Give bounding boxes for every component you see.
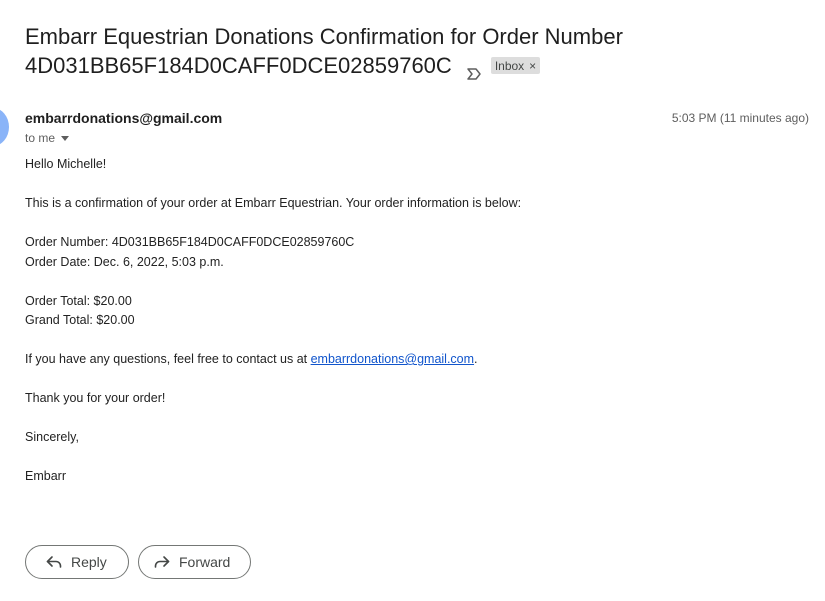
recipient-label: to me	[25, 131, 56, 145]
order-number: Order Number: 4D031BB65F184D0CAFF0DCE028…	[25, 235, 355, 249]
email-subject: Embarr Equestrian Donations Confirmation…	[25, 22, 805, 80]
inbox-label-chip: Inbox ×	[490, 57, 541, 74]
thanks-text: Thank you for your order!	[25, 391, 166, 405]
order-date: Order Date: Dec. 6, 2022, 5:03 p.m.	[25, 254, 224, 269]
email-body: Hello Michelle! This is a confirmation o…	[25, 155, 805, 487]
chevron-down-icon[interactable]	[61, 135, 70, 141]
contact-email-link[interactable]: embarrdonations@gmail.com	[311, 352, 474, 366]
forward-button[interactable]: Forward	[138, 545, 251, 579]
signature: Embarr	[25, 469, 66, 483]
inbox-label-text: Inbox	[494, 58, 525, 73]
reply-label: Reply	[71, 554, 107, 570]
closing-text: Sincerely,	[25, 430, 79, 444]
email-actions: Reply Forward	[25, 545, 251, 579]
sender-avatar[interactable]	[0, 108, 9, 146]
importance-marker-icon[interactable]	[466, 59, 482, 80]
forward-label: Forward	[179, 554, 231, 570]
reply-arrow-icon	[46, 556, 62, 568]
sender-email[interactable]: embarrdonations@gmail.com	[25, 110, 222, 126]
subject-line-1: Embarr Equestrian Donations Confirmation…	[25, 24, 623, 49]
remove-label-icon[interactable]: ×	[529, 58, 536, 74]
recipient-details[interactable]: to me	[25, 131, 70, 145]
questions-prefix: If you have any questions, feel free to …	[25, 352, 311, 366]
greeting: Hello Michelle!	[25, 157, 107, 171]
forward-arrow-icon	[154, 556, 170, 568]
subject-line-2: 4D031BB65F184D0CAFF0DCE02859760C	[25, 53, 452, 78]
reply-button[interactable]: Reply	[25, 545, 129, 579]
intro-text: This is a confirmation of your order at …	[25, 196, 522, 210]
grand-total: Grand Total: $20.00	[25, 313, 135, 327]
questions-suffix: .	[474, 352, 478, 366]
order-total: Order Total: $20.00	[25, 293, 132, 308]
email-timestamp: 5:03 PM (11 minutes ago)	[671, 111, 809, 125]
questions-text: If you have any questions, feel free to …	[25, 350, 805, 370]
